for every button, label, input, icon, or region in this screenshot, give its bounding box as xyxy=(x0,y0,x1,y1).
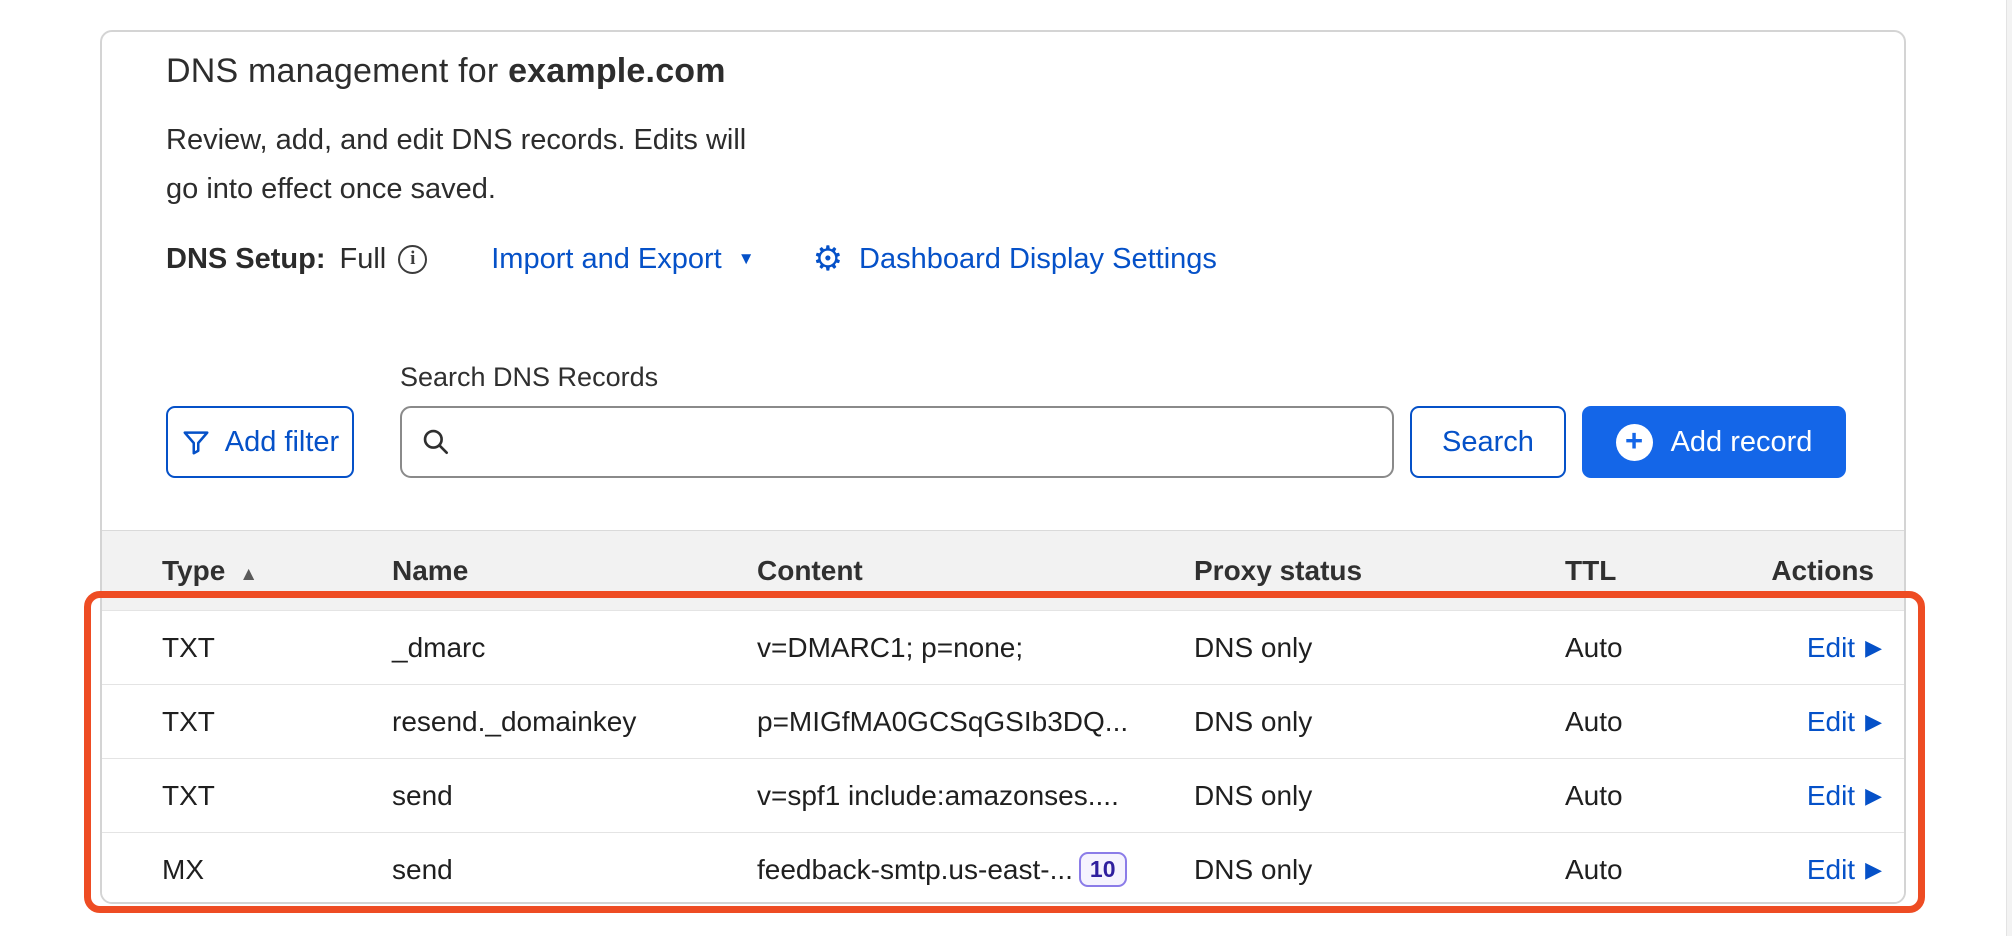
dns-records-table: Type▲ Name Content Proxy status TTL Acti… xyxy=(102,530,1904,904)
dns-setup-label: DNS Setup: xyxy=(166,243,326,276)
gear-icon: ⚙ xyxy=(813,242,843,276)
edit-label: Edit xyxy=(1807,780,1855,812)
page-title-prefix: DNS management for xyxy=(166,52,508,90)
subtitle-line-2: go into effect once saved. xyxy=(166,165,746,214)
cell-ttl: Auto xyxy=(1565,706,1807,738)
subtitle-line-1: Review, add, and edit DNS records. Edits… xyxy=(166,116,746,165)
info-icon[interactable]: i xyxy=(398,245,427,274)
cell-ttl: Auto xyxy=(1565,632,1807,664)
cell-name: send xyxy=(392,854,757,886)
edit-record-button[interactable]: Edit ▶ xyxy=(1807,780,1888,812)
search-button-label: Search xyxy=(1442,426,1534,459)
plus-icon: + xyxy=(1616,424,1653,461)
page-title: DNS management for example.com xyxy=(166,52,726,91)
cell-type: MX xyxy=(162,854,392,886)
search-button[interactable]: Search xyxy=(1410,406,1566,478)
dashboard-display-settings-link[interactable]: ⚙ Dashboard Display Settings xyxy=(813,242,1217,276)
search-dns-records-label: Search DNS Records xyxy=(400,362,658,393)
priority-badge: 10 xyxy=(1079,852,1127,888)
record-content-text: p=MIGfMA0GCSqGSIb3DQ... xyxy=(757,706,1128,738)
filter-funnel-icon xyxy=(181,427,211,457)
add-filter-label: Add filter xyxy=(225,426,339,459)
dashboard-display-settings-label: Dashboard Display Settings xyxy=(859,243,1217,276)
cell-type: TXT xyxy=(162,706,392,738)
cell-content: feedback-smtp.us-east-... 10 xyxy=(757,852,1194,888)
cell-proxy-status: DNS only xyxy=(1194,854,1565,886)
cell-content: v=spf1 include:amazonses.... xyxy=(757,780,1194,812)
cell-content: v=DMARC1; p=none; xyxy=(757,632,1194,664)
edit-label: Edit xyxy=(1807,632,1855,664)
cell-ttl: Auto xyxy=(1565,780,1807,812)
dns-setup-value: Full xyxy=(340,243,387,276)
search-input-container xyxy=(400,406,1394,478)
record-content-text: feedback-smtp.us-east-... xyxy=(757,854,1073,886)
chevron-down-icon: ▼ xyxy=(738,249,755,269)
add-record-button[interactable]: + Add record xyxy=(1582,406,1846,478)
search-icon xyxy=(420,426,452,458)
record-content-text: v=spf1 include:amazonses.... xyxy=(757,780,1119,812)
cell-proxy-status: DNS only xyxy=(1194,706,1565,738)
cell-ttl: Auto xyxy=(1565,854,1807,886)
add-record-label: Add record xyxy=(1671,426,1813,459)
cell-content: p=MIGfMA0GCSqGSIb3DQ... xyxy=(757,706,1194,738)
table-rows: TXT _dmarc v=DMARC1; p=none; DNS only Au… xyxy=(102,610,1904,904)
add-filter-button[interactable]: Add filter xyxy=(166,406,354,478)
column-header-type[interactable]: Type▲ xyxy=(162,555,392,587)
page-subtitle: Review, add, and edit DNS records. Edits… xyxy=(166,116,746,214)
edit-label: Edit xyxy=(1807,854,1855,886)
edit-arrow-icon: ▶ xyxy=(1865,859,1882,881)
record-content-text: v=DMARC1; p=none; xyxy=(757,632,1023,664)
cell-name: send xyxy=(392,780,757,812)
edit-record-button[interactable]: Edit ▶ xyxy=(1807,706,1888,738)
edit-record-button[interactable]: Edit ▶ xyxy=(1807,854,1888,886)
domain-name: example.com xyxy=(508,52,726,90)
dns-setup-row: DNS Setup: Full i Import and Export ▼ ⚙ … xyxy=(166,242,1217,276)
table-row: TXT resend._domainkey p=MIGfMA0GCSqGSIb3… xyxy=(102,684,1904,758)
search-input[interactable] xyxy=(466,408,1374,476)
sort-ascending-icon: ▲ xyxy=(239,564,258,585)
column-header-name[interactable]: Name xyxy=(392,555,757,587)
edit-arrow-icon: ▶ xyxy=(1865,711,1882,733)
table-row: MX send feedback-smtp.us-east-... 10 DNS… xyxy=(102,832,1904,904)
cell-type: TXT xyxy=(162,632,392,664)
column-header-proxy-status[interactable]: Proxy status xyxy=(1194,555,1565,587)
table-row: TXT send v=spf1 include:amazonses.... DN… xyxy=(102,758,1904,832)
edit-arrow-icon: ▶ xyxy=(1865,637,1882,659)
column-header-ttl[interactable]: TTL xyxy=(1565,555,1771,587)
edit-arrow-icon: ▶ xyxy=(1865,785,1882,807)
column-header-actions: Actions xyxy=(1771,555,1888,587)
edit-label: Edit xyxy=(1807,706,1855,738)
dns-management-card: DNS management for example.com Review, a… xyxy=(100,30,1906,904)
cell-proxy-status: DNS only xyxy=(1194,632,1565,664)
table-row: TXT _dmarc v=DMARC1; p=none; DNS only Au… xyxy=(102,610,1904,684)
cell-type: TXT xyxy=(162,780,392,812)
scrollbar[interactable] xyxy=(2006,0,2012,936)
import-export-label: Import and Export xyxy=(491,243,722,276)
table-header-row: Type▲ Name Content Proxy status TTL Acti… xyxy=(102,530,1904,610)
cell-name: resend._domainkey xyxy=(392,706,757,738)
edit-record-button[interactable]: Edit ▶ xyxy=(1807,632,1888,664)
cell-proxy-status: DNS only xyxy=(1194,780,1565,812)
cell-name: _dmarc xyxy=(392,632,757,664)
import-export-link[interactable]: Import and Export ▼ xyxy=(491,243,754,276)
column-header-content[interactable]: Content xyxy=(757,555,1194,587)
